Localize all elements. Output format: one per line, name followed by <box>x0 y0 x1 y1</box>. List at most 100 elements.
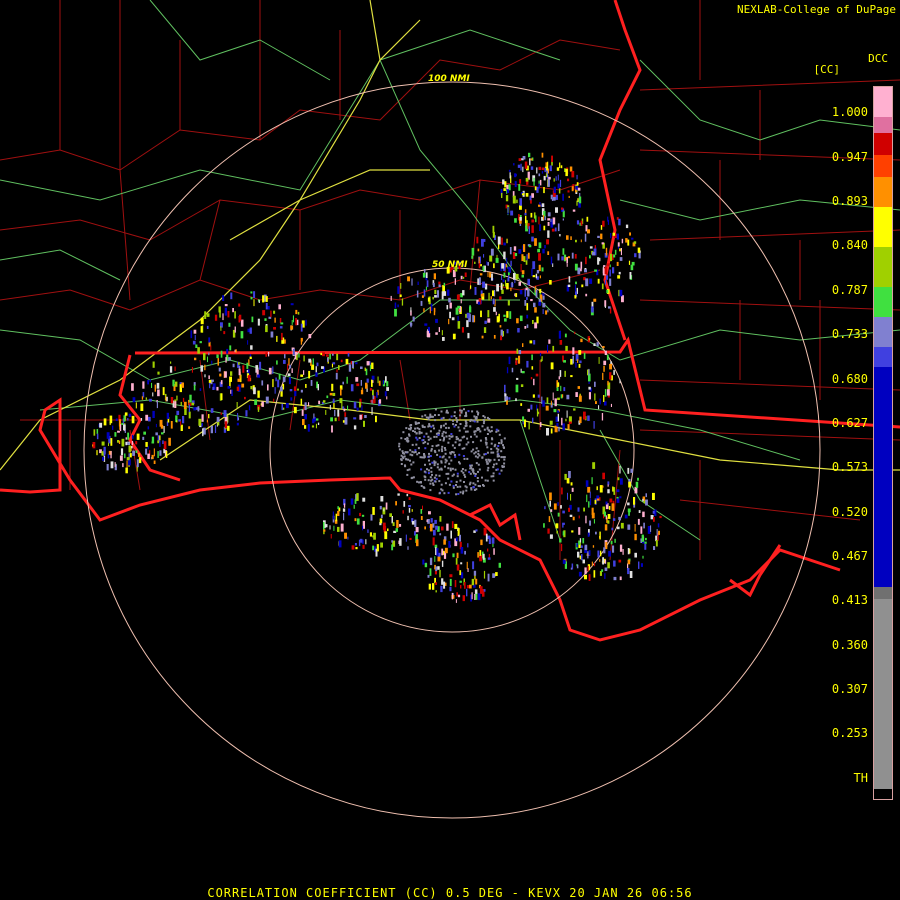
clutter-pixel <box>445 459 448 462</box>
echo-pixel <box>430 303 433 311</box>
clutter-pixel <box>435 435 438 438</box>
echo-pixel <box>281 332 283 341</box>
clutter-pixel <box>481 476 483 479</box>
echo-pixel <box>528 152 531 158</box>
echo-pixel <box>643 522 645 529</box>
echo-pixel <box>559 340 563 345</box>
echo-pixel <box>92 444 94 447</box>
colorbar-tick: 0.360 <box>831 638 868 652</box>
echo-pixel <box>483 570 486 579</box>
echo-pixel <box>568 471 571 479</box>
clutter-pixel <box>439 438 442 441</box>
echo-pixel <box>500 282 503 290</box>
echo-pixel <box>609 269 611 277</box>
echo-pixel <box>148 416 151 422</box>
echo-pixel <box>224 304 228 307</box>
echo-pixel <box>420 516 423 520</box>
echo-pixel <box>250 291 253 294</box>
echo-pixel <box>142 436 145 440</box>
echo-pixel <box>268 351 270 357</box>
echo-pixel <box>584 544 588 551</box>
echo-pixel <box>544 506 546 510</box>
clutter-pixel <box>412 461 415 464</box>
echo-pixel <box>210 408 214 413</box>
echo-pixel <box>267 384 269 391</box>
echo-pixel <box>300 398 303 406</box>
echo-pixel <box>562 522 564 528</box>
clutter-pixel <box>438 449 441 452</box>
echo-pixel <box>337 506 339 510</box>
echo-pixel <box>613 576 617 581</box>
echo-pixel <box>131 434 134 439</box>
echo-pixel <box>533 378 535 386</box>
echo-pixel <box>448 297 451 303</box>
echo-pixel <box>443 282 446 287</box>
echo-pixel <box>337 409 340 417</box>
echo-pixel <box>118 440 121 444</box>
echo-pixel <box>366 361 370 366</box>
echo-pixel <box>462 595 465 602</box>
echo-pixel <box>609 372 612 380</box>
echo-pixel <box>291 320 293 325</box>
clutter-pixel <box>407 440 410 443</box>
clutter-pixel <box>406 437 409 440</box>
echo-pixel <box>655 535 657 539</box>
echo-pixel <box>585 515 587 524</box>
echo-pixel <box>534 307 537 313</box>
echo-pixel <box>428 583 431 590</box>
clutter-pixel <box>477 427 480 429</box>
echo-pixel <box>560 165 563 169</box>
clutter-pixel <box>450 415 453 418</box>
echo-pixel <box>557 512 560 517</box>
echo-pixel <box>594 393 596 401</box>
echo-pixel <box>329 353 331 360</box>
clutter-pixel <box>417 447 420 450</box>
clutter-pixel <box>484 453 487 455</box>
echo-pixel <box>528 226 530 234</box>
echo-pixel <box>248 405 251 411</box>
echo-pixel <box>220 350 223 358</box>
echo-pixel <box>571 252 574 259</box>
echo-pixel <box>571 530 574 533</box>
echo-pixel <box>550 218 552 222</box>
echo-pixel <box>562 210 565 218</box>
echo-pixel <box>602 220 605 227</box>
clutter-pixel <box>486 469 489 472</box>
clutter-pixel <box>420 485 423 487</box>
echo-pixel <box>145 442 148 447</box>
clutter-pixel <box>421 439 424 442</box>
echo-pixel <box>617 526 620 530</box>
clutter-pixel <box>398 445 401 448</box>
echo-pixel <box>290 303 294 306</box>
echo-pixel <box>552 263 554 267</box>
echo-pixel <box>582 559 585 564</box>
clutter-pixel <box>433 435 436 438</box>
echo-pixel <box>435 525 438 530</box>
echo-pixel <box>285 403 289 409</box>
clutter-pixel <box>441 450 444 453</box>
echo-pixel <box>521 274 524 278</box>
echo-pixel <box>586 494 588 503</box>
echo-pixel <box>220 326 222 331</box>
echo-pixel <box>541 267 544 272</box>
echo-pixel <box>182 397 185 403</box>
clutter-pixel <box>433 427 435 430</box>
echo-pixel <box>284 339 286 344</box>
echo-pixel <box>573 408 576 411</box>
echo-pixel <box>390 295 392 301</box>
echo-pixel <box>603 511 606 517</box>
clutter-pixel <box>398 442 401 445</box>
echo-pixel <box>435 318 438 323</box>
echo-pixel <box>386 387 389 391</box>
clutter-pixel <box>477 470 479 473</box>
echo-pixel <box>278 304 281 310</box>
echo-pixel <box>577 386 580 389</box>
echo-pixel <box>288 358 290 366</box>
echo-pixel <box>239 314 242 321</box>
echo-pixel <box>331 383 334 392</box>
echo-pixel <box>522 156 526 160</box>
echo-pixel <box>564 257 567 261</box>
echo-pixel <box>136 433 140 440</box>
echo-pixel <box>281 403 283 411</box>
echo-pixel <box>464 582 466 589</box>
